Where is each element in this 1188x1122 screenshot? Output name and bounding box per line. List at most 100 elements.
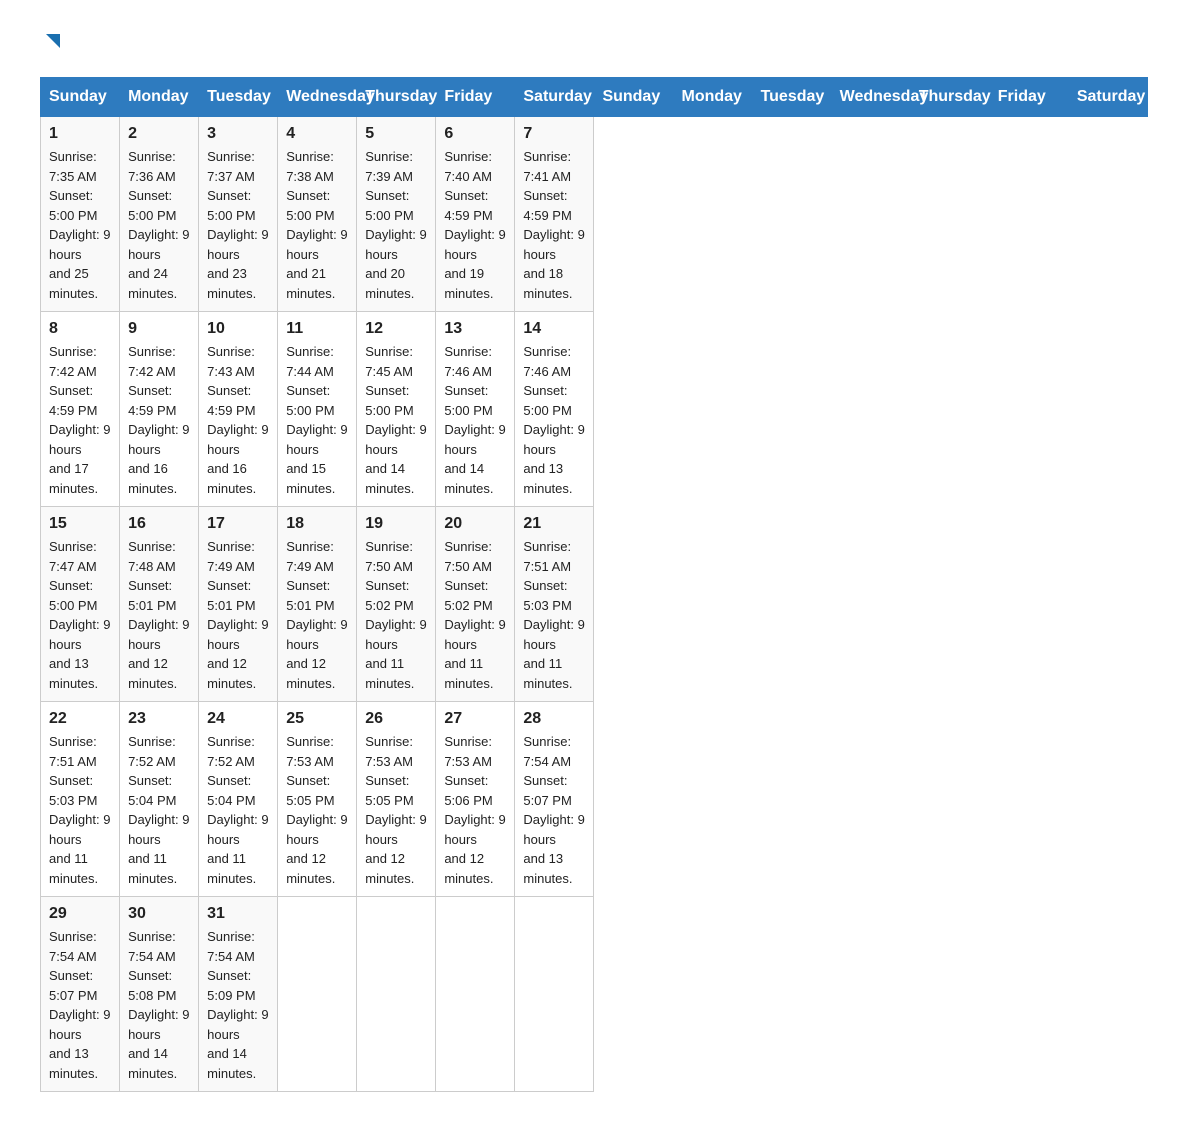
day-number: 9	[128, 320, 190, 338]
day-number: 8	[49, 320, 111, 338]
day-info: Sunrise: 7:54 AMSunset: 5:09 PMDaylight:…	[207, 929, 268, 1081]
calendar-cell: 24Sunrise: 7:52 AMSunset: 5:04 PMDayligh…	[199, 702, 278, 897]
day-number: 1	[49, 125, 111, 143]
weekday-header: Sunday	[594, 78, 673, 117]
day-info: Sunrise: 7:51 AMSunset: 5:03 PMDaylight:…	[523, 539, 584, 691]
calendar-cell: 26 Sunrise: 7:53 AMSunset: 5:05 PMDayligh…	[357, 702, 436, 897]
day-info: Sunrise: 7:47 AMSunset: 5:00 PMDaylight:…	[49, 539, 110, 691]
day-info: Sunrise: 7:40 AMSunset: 4:59 PMDaylight:…	[444, 149, 505, 301]
day-number: 26	[365, 710, 427, 728]
calendar-week-row: 15 Sunrise: 7:47 AMSunset: 5:00 PMDayligh…	[41, 507, 1148, 702]
calendar-table: SundayMondayTuesdayWednesdayThursdayFrid…	[40, 77, 1148, 1092]
calendar-week-row: 1 Sunrise: 7:35 AMSunset: 5:00 PMDaylight…	[41, 117, 1148, 312]
day-info: Sunrise: 7:49 AMSunset: 5:01 PMDaylight:…	[207, 539, 268, 691]
calendar-cell: 31Sunrise: 7:54 AMSunset: 5:09 PMDayligh…	[199, 897, 278, 1092]
day-number: 22	[49, 710, 111, 728]
day-number: 30	[128, 905, 190, 923]
day-of-week-header: Sunday	[41, 78, 120, 117]
calendar-cell: 1 Sunrise: 7:35 AMSunset: 5:00 PMDaylight…	[41, 117, 120, 312]
calendar-cell: 28 Sunrise: 7:54 AMSunset: 5:07 PMDayligh…	[515, 702, 594, 897]
day-number: 4	[286, 125, 348, 143]
calendar-cell	[515, 897, 594, 1092]
calendar-cell: 5 Sunrise: 7:39 AMSunset: 5:00 PMDaylight…	[357, 117, 436, 312]
day-number: 23	[128, 710, 190, 728]
day-info: Sunrise: 7:42 AMSunset: 4:59 PMDaylight:…	[49, 344, 110, 496]
day-number: 27	[444, 710, 506, 728]
day-info: Sunrise: 7:53 AMSunset: 5:06 PMDaylight:…	[444, 734, 505, 886]
day-info: Sunrise: 7:54 AMSunset: 5:07 PMDaylight:…	[523, 734, 584, 886]
calendar-cell: 21 Sunrise: 7:51 AMSunset: 5:03 PMDayligh…	[515, 507, 594, 702]
calendar-cell: 3Sunrise: 7:37 AMSunset: 5:00 PMDaylight…	[199, 117, 278, 312]
day-info: Sunrise: 7:53 AMSunset: 5:05 PMDaylight:…	[365, 734, 426, 886]
logo-arrow-icon	[42, 30, 64, 57]
calendar-week-row: 8 Sunrise: 7:42 AMSunset: 4:59 PMDaylight…	[41, 312, 1148, 507]
day-info: Sunrise: 7:38 AMSunset: 5:00 PMDaylight:…	[286, 149, 347, 301]
calendar-cell: 15 Sunrise: 7:47 AMSunset: 5:00 PMDayligh…	[41, 507, 120, 702]
day-info: Sunrise: 7:36 AMSunset: 5:00 PMDaylight:…	[128, 149, 189, 301]
calendar-cell: 4 Sunrise: 7:38 AMSunset: 5:00 PMDaylight…	[278, 117, 357, 312]
calendar-cell: 20Sunrise: 7:50 AMSunset: 5:02 PMDayligh…	[436, 507, 515, 702]
day-number: 24	[207, 710, 269, 728]
weekday-header: Friday	[989, 78, 1068, 117]
calendar-cell: 18 Sunrise: 7:49 AMSunset: 5:01 PMDayligh…	[278, 507, 357, 702]
day-number: 7	[523, 125, 585, 143]
weekday-header: Thursday	[910, 78, 989, 117]
day-info: Sunrise: 7:53 AMSunset: 5:05 PMDaylight:…	[286, 734, 347, 886]
day-number: 19	[365, 515, 427, 533]
day-info: Sunrise: 7:39 AMSunset: 5:00 PMDaylight:…	[365, 149, 426, 301]
day-info: Sunrise: 7:37 AMSunset: 5:00 PMDaylight:…	[207, 149, 268, 301]
day-number: 12	[365, 320, 427, 338]
day-number: 15	[49, 515, 111, 533]
weekday-header: Tuesday	[752, 78, 831, 117]
calendar-cell: 13 Sunrise: 7:46 AMSunset: 5:00 PMDayligh…	[436, 312, 515, 507]
day-number: 28	[523, 710, 585, 728]
day-number: 6	[444, 125, 506, 143]
logo-area	[40, 30, 64, 57]
day-info: Sunrise: 7:35 AMSunset: 5:00 PMDaylight:…	[49, 149, 110, 301]
day-number: 25	[286, 710, 348, 728]
calendar-cell: 14 Sunrise: 7:46 AMSunset: 5:00 PMDayligh…	[515, 312, 594, 507]
calendar-cell: 2 Sunrise: 7:36 AMSunset: 5:00 PMDaylight…	[120, 117, 199, 312]
page-header	[40, 30, 1148, 57]
calendar-cell: 7 Sunrise: 7:41 AMSunset: 4:59 PMDaylight…	[515, 117, 594, 312]
day-info: Sunrise: 7:43 AMSunset: 4:59 PMDaylight:…	[207, 344, 268, 496]
calendar-cell: 30Sunrise: 7:54 AMSunset: 5:08 PMDayligh…	[120, 897, 199, 1092]
day-number: 29	[49, 905, 111, 923]
calendar-cell: 16Sunrise: 7:48 AMSunset: 5:01 PMDayligh…	[120, 507, 199, 702]
calendar-cell: 8 Sunrise: 7:42 AMSunset: 4:59 PMDaylight…	[41, 312, 120, 507]
calendar-cell: 12 Sunrise: 7:45 AMSunset: 5:00 PMDayligh…	[357, 312, 436, 507]
day-info: Sunrise: 7:46 AMSunset: 5:00 PMDaylight:…	[523, 344, 584, 496]
calendar-cell: 25 Sunrise: 7:53 AMSunset: 5:05 PMDayligh…	[278, 702, 357, 897]
weekday-header: Monday	[673, 78, 752, 117]
day-number: 18	[286, 515, 348, 533]
day-info: Sunrise: 7:52 AMSunset: 5:04 PMDaylight:…	[128, 734, 189, 886]
calendar-week-row: 22 Sunrise: 7:51 AMSunset: 5:03 PMDayligh…	[41, 702, 1148, 897]
day-number: 16	[128, 515, 190, 533]
calendar-cell	[357, 897, 436, 1092]
calendar-cell: 23 Sunrise: 7:52 AMSunset: 5:04 PMDayligh…	[120, 702, 199, 897]
day-number: 2	[128, 125, 190, 143]
day-info: Sunrise: 7:49 AMSunset: 5:01 PMDaylight:…	[286, 539, 347, 691]
day-number: 14	[523, 320, 585, 338]
day-number: 5	[365, 125, 427, 143]
day-of-week-header: Wednesday	[278, 78, 357, 117]
day-number: 10	[207, 320, 269, 338]
day-number: 13	[444, 320, 506, 338]
day-number: 21	[523, 515, 585, 533]
calendar-cell: 10 Sunrise: 7:43 AMSunset: 4:59 PMDayligh…	[199, 312, 278, 507]
day-info: Sunrise: 7:41 AMSunset: 4:59 PMDaylight:…	[523, 149, 584, 301]
calendar-cell: 6 Sunrise: 7:40 AMSunset: 4:59 PMDaylight…	[436, 117, 515, 312]
calendar-header-row: SundayMondayTuesdayWednesdayThursdayFrid…	[41, 78, 1148, 117]
day-of-week-header: Friday	[436, 78, 515, 117]
day-of-week-header: Thursday	[357, 78, 436, 117]
day-of-week-header: Saturday	[515, 78, 594, 117]
day-info: Sunrise: 7:46 AMSunset: 5:00 PMDaylight:…	[444, 344, 505, 496]
day-info: Sunrise: 7:50 AMSunset: 5:02 PMDaylight:…	[365, 539, 426, 691]
weekday-header: Wednesday	[831, 78, 910, 117]
calendar-cell: 19 Sunrise: 7:50 AMSunset: 5:02 PMDayligh…	[357, 507, 436, 702]
calendar-cell: 17Sunrise: 7:49 AMSunset: 5:01 PMDayligh…	[199, 507, 278, 702]
day-info: Sunrise: 7:51 AMSunset: 5:03 PMDaylight:…	[49, 734, 110, 886]
day-of-week-header: Monday	[120, 78, 199, 117]
day-info: Sunrise: 7:54 AMSunset: 5:07 PMDaylight:…	[49, 929, 110, 1081]
day-info: Sunrise: 7:45 AMSunset: 5:00 PMDaylight:…	[365, 344, 426, 496]
